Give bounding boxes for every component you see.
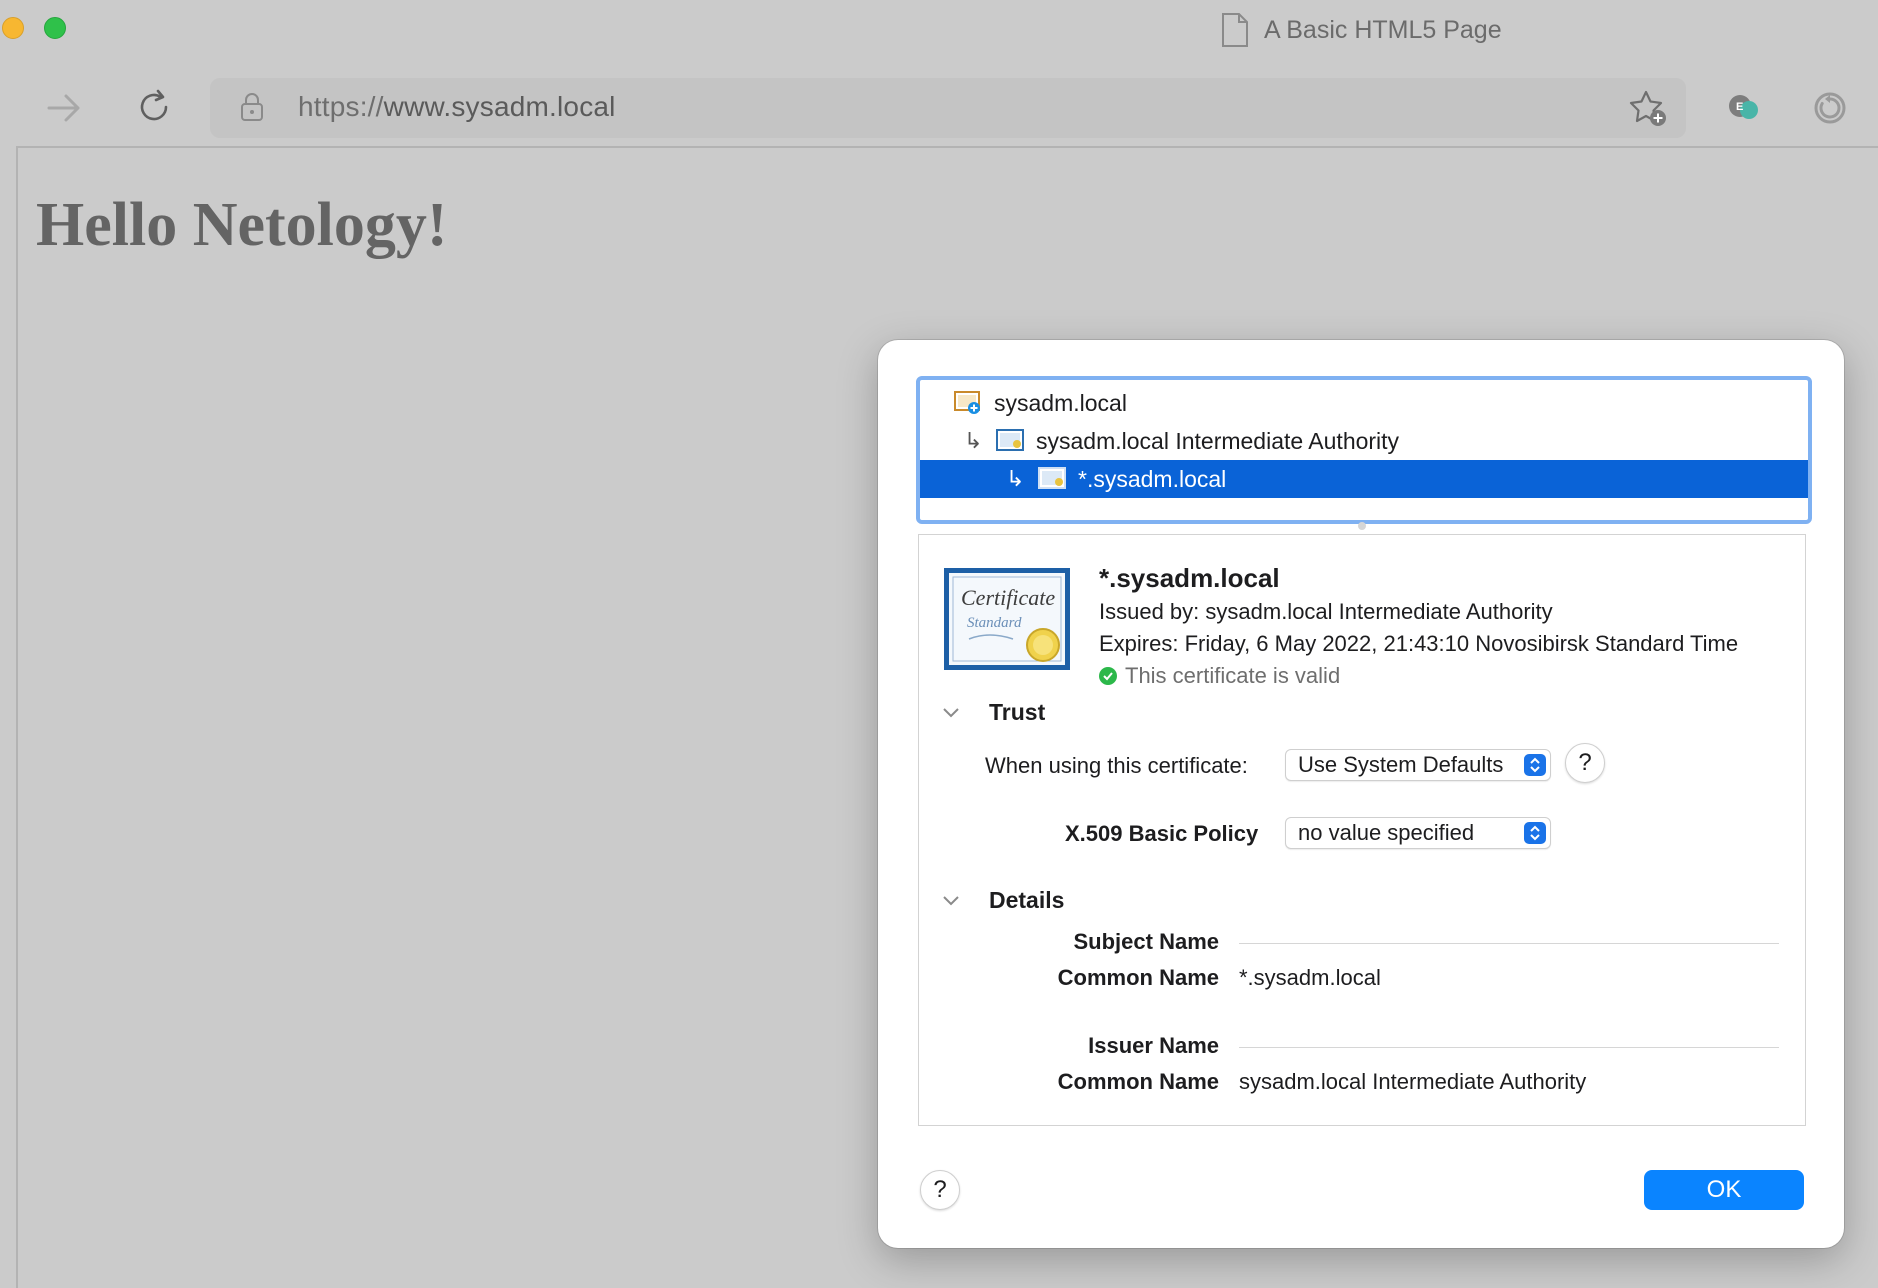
subject-common-name-value: *.sysadm.local [1239,965,1381,990]
tree-item-label: *.sysadm.local [1078,465,1227,492]
tree-branch-icon: ↳ [1006,466,1025,491]
details-section-title: Details [989,887,1065,913]
certificate-icon [1038,467,1066,489]
validity-status: This certificate is valid [1099,663,1340,689]
certificate-details-panel: Certificate Standard *.sysadm.local Issu… [918,534,1806,1126]
window-title: A Basic HTML5 Page [1220,12,1502,48]
popup-stepper-icon [1524,822,1546,844]
certificate-icon [996,429,1024,451]
trust-setting-value: Use System Defaults [1298,752,1504,777]
subject-common-name-label: Common Name [1057,965,1219,990]
certificate-name: *.sysadm.local [1099,563,1280,593]
reload-button[interactable] [134,86,174,128]
details-section-header[interactable]: Details [943,887,1064,914]
certificate-standard-icon: Certificate Standard [944,568,1070,670]
issued-by-text: Issued by: sysadm.local Intermediate Aut… [1099,599,1553,624]
issuer-divider [1239,1047,1779,1048]
update-button[interactable] [1810,88,1850,128]
extension-button[interactable]: E [1724,88,1764,128]
tree-item-label: sysadm.local [994,389,1127,416]
forward-button[interactable] [44,88,84,128]
url-host: www.sysadm.local [383,91,616,122]
add-favorite-icon [1629,90,1666,126]
expires-text: Expires: Friday, 6 May 2022, 21:43:10 No… [1099,631,1739,656]
issuer-common-name-value: sysadm.local Intermediate Authority [1239,1069,1587,1094]
extension-icon: E [1729,95,1758,119]
tree-branch-icon: ↳ [964,428,983,453]
forward-arrow-icon [47,94,80,122]
minimize-button[interactable] [2,17,24,39]
svg-text:Certificate: Certificate [961,585,1055,610]
toolbar: https://www.sysadm.local E [0,70,1878,146]
zoom-button[interactable] [44,17,66,39]
subject-name-label: Subject Name [1073,929,1220,954]
x509-policy-value: no value specified [1298,820,1475,845]
svg-text:Standard: Standard [967,615,1022,631]
issuer-name-label: Issuer Name [1088,1033,1219,1058]
tree-item-leaf[interactable]: ↳ *.sysadm.local [920,460,1808,498]
validity-text: This certificate is valid [1125,663,1341,688]
trust-help-button[interactable]: ? [1565,743,1605,783]
valid-check-icon [1099,667,1117,685]
dialog-help-button[interactable]: ? [920,1170,960,1210]
ok-button[interactable]: OK [1644,1170,1804,1210]
when-using-label: When using this certificate: [985,753,1248,778]
window-title-text: A Basic HTML5 Page [1264,15,1502,44]
popup-stepper-icon [1524,754,1546,776]
x509-policy-label: X.509 Basic Policy [1065,821,1259,846]
reload-icon [140,89,168,121]
root-certificate-icon [954,391,980,414]
chevron-down-icon [943,702,965,723]
svg-text:E: E [1736,101,1743,113]
certificate-chain-list[interactable]: sysadm.local ↳ sysadm.local Intermediate… [916,376,1812,524]
title-bar: A Basic HTML5 Page [0,0,1878,64]
lock-icon [241,93,263,121]
url-text[interactable]: https://www.sysadm.local [298,91,616,123]
trust-section-header[interactable]: Trust [943,699,1045,726]
tree-item-label: sysadm.local Intermediate Authority [1036,427,1400,454]
address-bar[interactable]: https://www.sysadm.local [210,78,1686,138]
split-view-handle[interactable] [1358,522,1366,530]
update-icon [1814,92,1846,124]
document-icon [1222,13,1248,47]
add-favorite-button[interactable] [1628,88,1668,133]
certificate-dialog: sysadm.local ↳ sysadm.local Intermediate… [878,340,1844,1248]
issuer-common-name-label: Common Name [1057,1069,1219,1094]
subject-divider [1239,943,1779,944]
x509-policy-popup[interactable]: no value specified [1285,817,1551,849]
page-heading: Hello Netology! [36,191,448,259]
url-scheme: https:// [298,91,384,122]
trust-setting-popup[interactable]: Use System Defaults [1285,749,1551,781]
chevron-down-icon [943,890,965,911]
tree-item-root[interactable]: sysadm.local [920,384,1808,422]
trust-section-title: Trust [989,699,1046,725]
tree-item-intermediate[interactable]: ↳ sysadm.local Intermediate Authority [920,422,1808,460]
